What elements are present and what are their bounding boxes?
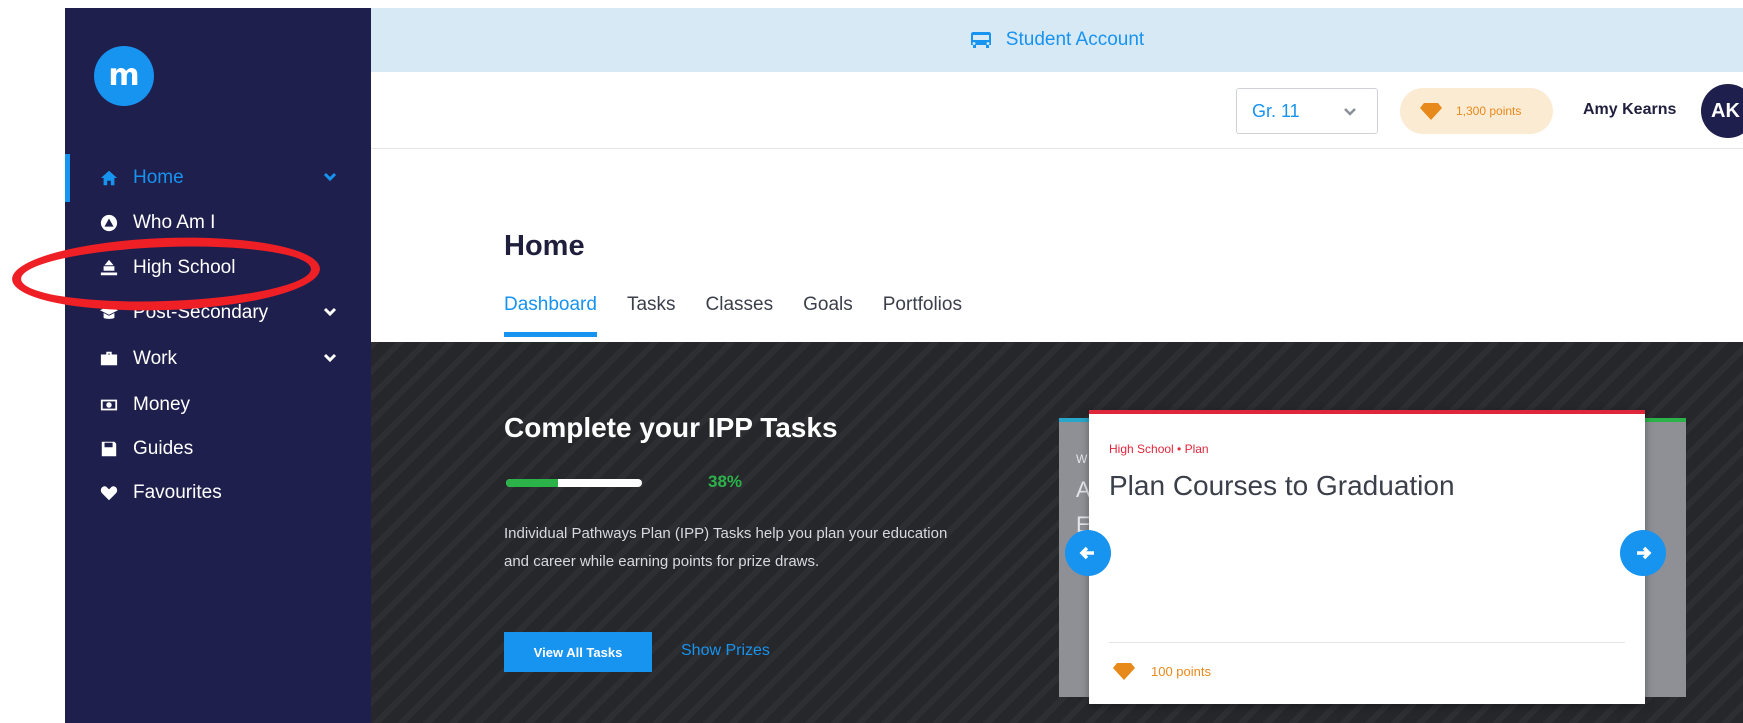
sidebar-item-label: Work	[133, 348, 177, 369]
ipp-progress-fill	[506, 479, 558, 487]
hero-description: Individual Pathways Plan (IPP) Tasks hel…	[504, 525, 948, 570]
carousel-next-button[interactable]	[1620, 530, 1666, 576]
chevron-down-icon[interactable]	[323, 303, 341, 321]
heart-icon	[99, 483, 119, 503]
grade-value: Gr. 11	[1252, 100, 1300, 121]
task-card-points: 100 points	[1113, 662, 1211, 680]
show-prizes-link[interactable]: Show Prizes	[681, 642, 770, 660]
points-badge[interactable]: 1,300 points	[1400, 88, 1553, 134]
gem-icon	[1113, 663, 1135, 680]
chevron-down-icon[interactable]	[323, 168, 341, 186]
task-card-points-value: 100 points	[1151, 663, 1211, 679]
sidebar-item-label: Who Am I	[133, 212, 216, 233]
arrow-right-icon	[1637, 546, 1652, 560]
banner-label: Student Account	[1005, 29, 1145, 50]
sidebar-item-money[interactable]: Money	[65, 385, 371, 425]
page-title: Home	[504, 230, 585, 262]
tab-tasks[interactable]: Tasks	[627, 294, 676, 334]
points-value: 1,300 points	[1456, 104, 1522, 118]
task-card[interactable]: High School • Plan Plan Courses to Gradu…	[1089, 410, 1645, 704]
grade-select[interactable]: Gr. 11	[1236, 88, 1378, 134]
gem-icon	[1420, 103, 1442, 120]
hero-title: Complete your IPP Tasks	[504, 412, 838, 443]
arrow-left-icon	[1079, 546, 1094, 560]
page-tabs: Dashboard Tasks Classes Goals Portfolios	[504, 294, 962, 337]
sidebar: m Home Who Am I High School Post-Seconda…	[65, 8, 371, 723]
ipp-progress-label: 38%	[708, 472, 743, 491]
tab-dashboard[interactable]: Dashboard	[504, 294, 597, 337]
sidebar-item-label: Favourites	[133, 482, 222, 503]
sidebar-item-home[interactable]: Home	[65, 154, 371, 202]
top-header: Gr. 11 1,300 points Amy Kearns AK	[371, 72, 1743, 149]
ipp-tasks-hero: Complete your IPP Tasks 38% Individual P…	[371, 342, 1743, 723]
sidebar-item-guides[interactable]: Guides	[65, 429, 371, 469]
guide-book-icon	[99, 439, 119, 459]
view-all-tasks-button[interactable]: View All Tasks	[504, 632, 652, 672]
task-card-category: High School • Plan	[1109, 442, 1209, 456]
card-divider	[1109, 642, 1625, 643]
myblueprint-logo[interactable]: m	[94, 46, 154, 106]
sidebar-item-work[interactable]: Work	[65, 339, 371, 379]
tab-goals[interactable]: Goals	[803, 294, 853, 334]
sidebar-item-label: Home	[133, 167, 184, 188]
home-icon	[99, 168, 119, 188]
task-card-title: Plan Courses to Graduation	[1109, 470, 1455, 501]
chevron-down-icon	[1343, 103, 1357, 117]
student-account-banner: Student Account	[371, 8, 1743, 72]
tab-portfolios[interactable]: Portfolios	[883, 294, 962, 334]
sidebar-item-who-am-i[interactable]: Who Am I	[65, 203, 371, 243]
bus-icon	[970, 32, 991, 48]
money-icon	[99, 395, 119, 415]
ipp-progress-bar	[506, 479, 642, 487]
sidebar-item-favourites[interactable]: Favourites	[65, 473, 371, 513]
briefcase-icon	[99, 349, 119, 369]
peek-text: W	[1076, 452, 1088, 466]
user-name[interactable]: Amy Kearns	[1583, 72, 1676, 148]
person-circle-icon	[99, 213, 119, 233]
sidebar-item-label: Guides	[133, 438, 194, 459]
avatar[interactable]: AK	[1701, 84, 1743, 138]
sidebar-item-label: Money	[133, 394, 191, 415]
tab-classes[interactable]: Classes	[706, 294, 774, 334]
carousel-prev-button[interactable]	[1065, 530, 1111, 576]
chevron-down-icon[interactable]	[323, 349, 341, 367]
